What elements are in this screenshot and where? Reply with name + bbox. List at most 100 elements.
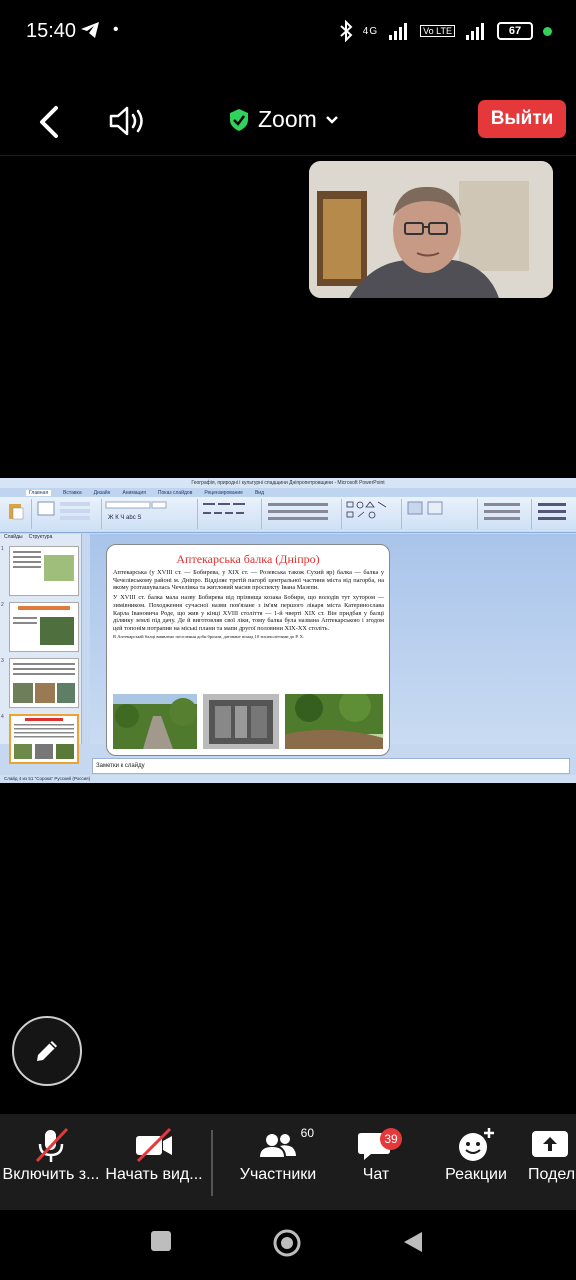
fill-outline-icon [484,503,520,520]
pp-clipboard-group [2,499,32,529]
meeting-top-bar: Zoom Выйти [0,90,576,154]
battery-icon: 67 [497,22,533,40]
leave-button[interactable]: Выйти [478,100,566,138]
chat-unread-badge: 39 [380,1128,402,1150]
thumb-number: 3 [1,658,4,664]
photo-historic-pharmacy [203,694,279,749]
slide-title: Аптекарська балка (Дніпро) [176,552,320,566]
find-replace-icon [538,503,566,520]
meeting-title: Zoom [258,106,317,132]
share-screen-icon [532,1131,568,1157]
participant-video-image [309,161,553,298]
chevron-down-icon [325,115,338,124]
pp-arrange-group [404,499,478,529]
notes-field[interactable]: Заметки к слайду [92,758,570,774]
slide-thumbnail-selected[interactable] [9,714,79,764]
pp-tab[interactable]: Анимация [122,490,145,496]
paragraph-controls-icon [203,503,245,514]
pp-drawing-group [344,499,402,529]
thumb-content [14,718,74,759]
slide-photos [113,694,383,749]
thumb-content [13,663,75,703]
status-right-group: 4G Vo LTE 67 [339,20,552,42]
participants-button[interactable]: 60 Участники [232,1124,324,1184]
meeting-title-dropdown[interactable]: Zoom [228,106,339,133]
secure-shield-icon [230,108,248,131]
pp-tab[interactable]: Главная [26,489,52,496]
slide-thumbnail[interactable] [9,546,79,596]
pp-tab[interactable]: Дизайн [94,490,111,496]
back-icon[interactable] [34,102,64,142]
back-nav-icon[interactable] [402,1230,424,1254]
text-direction-icon [268,503,328,520]
slide-paragraph-1: Аптекарська (у XVIII ст. — Бобирева, у X… [113,569,384,592]
signal-icon-2 [466,23,484,40]
network-label: 4G [362,25,379,37]
slide-footnote: В Аптекарській балці виявлено поселення … [113,633,305,639]
thumb-number: 2 [1,602,4,608]
start-video-label: Начать вид... [105,1166,203,1183]
recents-icon[interactable] [150,1230,172,1252]
arrange-icon [407,501,443,515]
thumb-content [13,606,74,645]
participants-icon [260,1134,296,1157]
slide-thumbnail[interactable] [9,658,79,708]
speaker-icon[interactable] [108,104,146,138]
start-video-button[interactable]: Начать вид... [102,1124,206,1184]
share-label: Подел [528,1166,576,1183]
new-slide-icon [37,501,90,520]
pp-tab[interactable]: Рецензирование [204,490,243,496]
pp-tab[interactable]: Вставка [63,490,82,496]
pp-tab[interactable]: Вид [255,490,264,496]
slide-thumbnail[interactable] [9,602,79,652]
telegram-icon [81,22,99,38]
panel-tab-slides[interactable]: Слайды [4,534,23,543]
shared-screen[interactable]: Географія, природні і культурні спадщини… [0,478,576,783]
thumb-number: 1 [1,546,4,552]
pp-slides-group [34,499,102,529]
battery-level: 67 [508,25,522,37]
reactions-label: Реакции [445,1166,507,1183]
pp-tab[interactable]: Показ слайдов [158,490,192,496]
share-button[interactable]: Подел [528,1124,576,1184]
pp-window-title: Географія, природні і культурні спадщини… [0,478,576,488]
font-controls-icon: Ж К Ч abc S [105,501,167,521]
notification-dot-icon: • [113,21,119,38]
panel-tab-outline[interactable]: Структура [29,534,53,543]
pp-ribbon-tabs: Главная Вставка Дизайн Анимация Показ сл… [0,488,576,497]
home-icon[interactable] [272,1228,302,1258]
reactions-button[interactable]: Реакции [440,1124,512,1184]
photo-ravine-stream [285,694,383,749]
reactions-icon [459,1128,494,1161]
svg-text:Ж К Ч abc S: Ж К Ч abc S [108,515,141,521]
unmute-button[interactable]: Включить з... [2,1124,100,1184]
status-time: 15:40 [26,20,77,42]
video-off-icon [136,1127,172,1163]
chat-button[interactable]: 39 Чат [340,1124,412,1184]
participant-video-tile[interactable] [309,161,553,298]
mic-muted-icon [35,1127,69,1163]
system-nav-bar [0,1210,576,1280]
chat-label: Чат [362,1166,390,1183]
pp-text-direction-group [264,499,342,529]
bluetooth-icon [340,20,353,42]
annotate-button[interactable] [12,1016,82,1086]
participants-label: Участники [239,1166,317,1183]
pp-editing-group [534,499,574,529]
paste-icon [9,504,24,520]
pp-font-group: Ж К Ч abc S [104,499,198,529]
pp-ribbon: Ж К Ч abc S [0,497,576,533]
pp-paragraph-group [200,499,262,529]
pp-slides-panel: Слайды Структура 1 2 3 4 [0,534,82,764]
pp-fill-group [480,499,532,529]
pp-panel-tabs: Слайды Структура [0,534,81,543]
volte-label: Vo LTE [420,25,455,37]
thumb-content [13,551,74,581]
current-slide[interactable]: Аптекарська балка (Дніпро) Аптекарська (… [106,544,390,756]
top-divider [0,155,576,156]
pp-status-bar: Слайд 4 из 51 "Сорока" Русский (Россия) [0,775,576,783]
signal-icon [389,23,408,40]
shapes-icon [346,501,387,519]
camera-in-use-dot [543,26,552,36]
meeting-toolbar: Включить з... Начать вид... 60 Участники [0,1114,576,1210]
